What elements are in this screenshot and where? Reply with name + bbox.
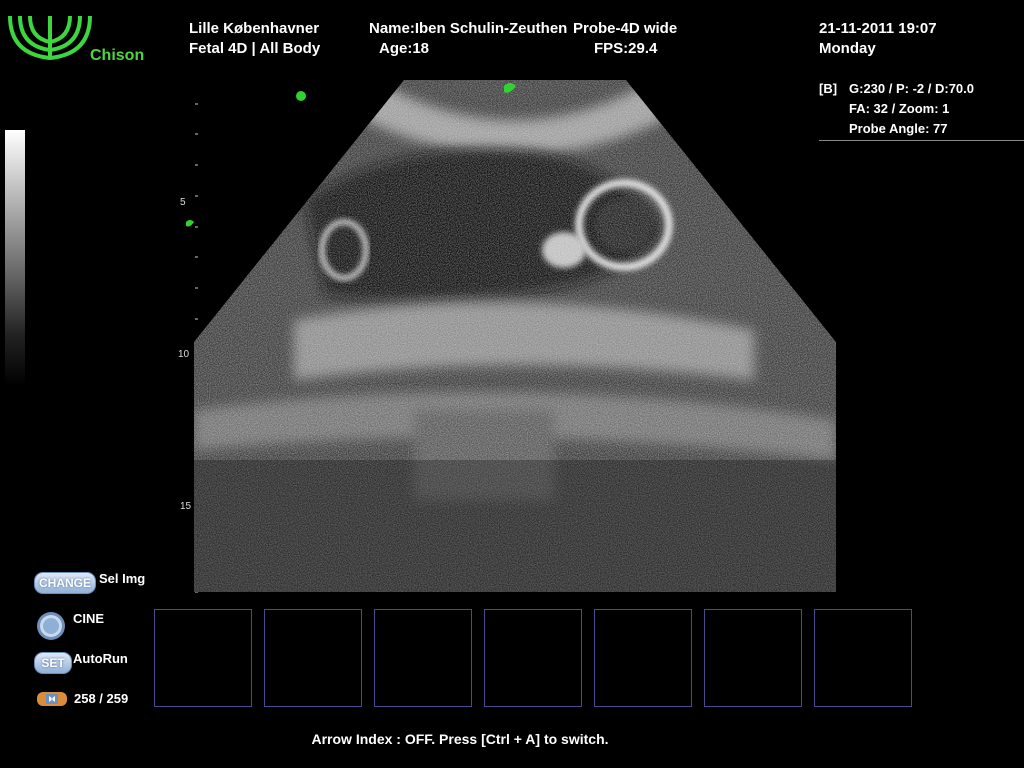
fps-readout: FPS:29.4 [594, 40, 658, 57]
depth-label-15: 15 [180, 501, 192, 512]
depth-label-5: 5 [180, 197, 186, 208]
cine-knob-icon[interactable] [36, 611, 66, 641]
patient-age: Age:18 [379, 40, 430, 57]
sel-img-label: Sel Img [99, 571, 146, 586]
date-time: 21-11-2011 19:07 [819, 20, 937, 37]
gray-map-bar [5, 130, 25, 386]
probe-angle: Probe Angle: 77 [849, 121, 948, 136]
cine-frame-icon [37, 692, 67, 706]
params-divider [819, 140, 1024, 141]
change-button[interactable]: CHANGE [34, 572, 96, 594]
probe-info: Probe-4D wide [573, 20, 678, 37]
exam-type: Fetal 4D | All Body [189, 40, 321, 57]
weekday: Monday [819, 40, 876, 57]
fa-zoom-params: FA: 32 / Zoom: 1 [849, 101, 950, 116]
chison-logo [8, 15, 92, 61]
status-hint: Arrow Index : OFF. Press [Ctrl + A] to s… [311, 731, 609, 747]
autorun-label: AutoRun [73, 651, 128, 666]
set-button[interactable]: SET [34, 652, 72, 674]
gain-params: G:230 / P: -2 / D:70.0 [849, 81, 974, 96]
cine-label: CINE [73, 611, 105, 626]
ultrasound-image[interactable] [194, 80, 836, 592]
thumbnail-slot-6[interactable] [704, 609, 802, 707]
brand-name: Chison [90, 47, 145, 64]
thumbnail-slot-5[interactable] [594, 609, 692, 707]
thumbnail-slot-4[interactable] [484, 609, 582, 707]
patient-id: Lille Københavner [189, 20, 320, 37]
depth-label-10: 10 [178, 349, 190, 360]
thumbnail-slot-2[interactable] [264, 609, 362, 707]
patient-name: Name:Iben Schulin-Zeuthen [369, 20, 568, 37]
frame-counter: 258 / 259 [74, 691, 129, 706]
thumbnail-slot-7[interactable] [814, 609, 912, 707]
thumbnail-slot-1[interactable] [154, 609, 252, 707]
thumbnail-slot-3[interactable] [374, 609, 472, 707]
